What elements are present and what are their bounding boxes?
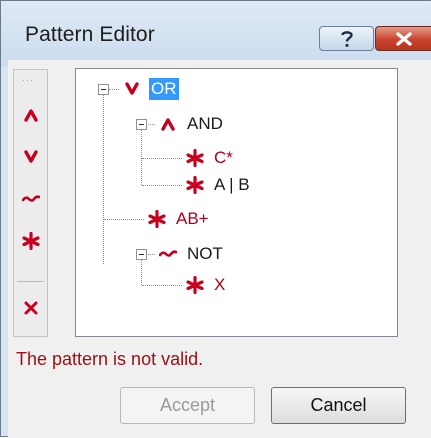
pattern-editor-window: Pattern Editor ··· OR AND C* A | B AB+ N… <box>0 0 431 438</box>
or-operator-icon <box>119 77 145 101</box>
tree-node-label: A | B <box>214 175 250 194</box>
tree-connector <box>146 254 155 255</box>
and-operator-icon <box>155 112 181 136</box>
asterisk-icon <box>182 146 208 170</box>
validation-message: The pattern is not valid. <box>16 349 204 369</box>
help-button[interactable] <box>319 26 374 51</box>
or-operator-icon <box>23 150 38 163</box>
tree-connector <box>142 185 182 186</box>
tree-connector <box>104 219 144 220</box>
tree-node-label: X <box>214 275 226 294</box>
close-button[interactable] <box>375 26 431 51</box>
palette-not-button[interactable] <box>17 184 44 214</box>
tree-node-pattern[interactable]: AB+ <box>144 207 211 231</box>
tree-node-or[interactable]: OR <box>119 77 179 101</box>
accept-button[interactable]: Accept <box>120 387 255 424</box>
asterisk-icon <box>182 273 208 297</box>
title-bar[interactable]: Pattern Editor <box>1 1 431 67</box>
dialog-body: ··· OR AND C* A | B AB+ NOT X The patter… <box>8 60 431 438</box>
not-operator-icon <box>155 242 181 266</box>
pattern-tree[interactable]: OR AND C* A | B AB+ NOT X <box>75 68 398 337</box>
tree-node-label: AB+ <box>176 209 209 228</box>
collapse-not-toggle[interactable] <box>136 249 147 260</box>
asterisk-icon <box>21 232 40 250</box>
tree-node-and[interactable]: AND <box>155 112 225 136</box>
tree-node-label: AND <box>187 114 223 133</box>
asterisk-icon <box>144 207 170 231</box>
close-icon <box>395 31 412 46</box>
tree-node-pattern[interactable]: C* <box>182 146 235 170</box>
palette-separator <box>17 281 44 282</box>
and-operator-icon <box>23 109 38 122</box>
collapse-or-toggle[interactable] <box>98 84 109 95</box>
tree-connector <box>109 89 119 90</box>
palette-and-button[interactable] <box>17 100 44 130</box>
collapse-and-toggle[interactable] <box>136 119 147 130</box>
tree-connector <box>142 158 182 159</box>
tree-node-label: C* <box>214 148 233 167</box>
palette-delete-button[interactable] <box>17 293 44 323</box>
tree-connector <box>103 94 104 264</box>
tree-connector <box>142 285 182 286</box>
tree-connector <box>146 124 155 125</box>
operator-palette: ··· <box>13 69 48 337</box>
tree-node-pattern[interactable]: X <box>182 273 227 297</box>
tree-node-label: NOT <box>187 244 223 263</box>
asterisk-icon <box>182 173 208 197</box>
tree-node-not[interactable]: NOT <box>155 242 225 266</box>
not-operator-icon <box>21 195 40 202</box>
palette-or-button[interactable] <box>17 142 44 172</box>
palette-pattern-button[interactable] <box>17 226 44 256</box>
cancel-button[interactable]: Cancel <box>271 387 406 424</box>
palette-grip[interactable]: ··· <box>22 76 34 85</box>
tree-connector <box>141 259 142 285</box>
delete-icon <box>24 301 37 315</box>
tree-node-label: OR <box>149 78 179 100</box>
tree-node-pattern[interactable]: A | B <box>182 173 252 197</box>
tree-connector <box>141 129 142 185</box>
help-icon <box>340 30 353 47</box>
window-title: Pattern Editor <box>25 23 155 46</box>
